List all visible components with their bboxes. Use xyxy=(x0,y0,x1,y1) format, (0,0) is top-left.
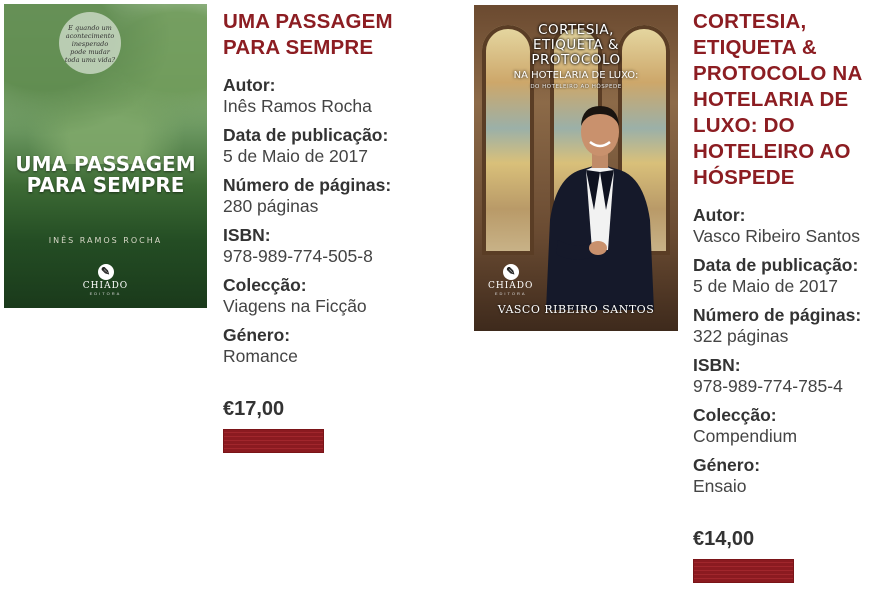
field-genre: Género: Ensaio xyxy=(693,455,893,497)
field-pages: Número de páginas: 280 páginas xyxy=(223,175,443,217)
book-price: €17,00 xyxy=(223,398,285,420)
book-title[interactable]: UMA PASSAGEM PARA SEMPRE xyxy=(223,9,443,61)
field-label: ISBN: xyxy=(693,355,741,375)
book-price: €14,00 xyxy=(693,528,755,550)
field-value: 322 páginas xyxy=(693,326,789,346)
cover-subtitle-2: DO HOTELEIRO AO HÓSPEDE xyxy=(530,84,622,90)
field-genre: Género: Romance xyxy=(223,325,443,367)
field-label: Autor: xyxy=(223,75,276,95)
field-label: Autor: xyxy=(693,205,746,225)
field-label: Data de publicação: xyxy=(223,125,389,145)
publisher-logo-icon: ✎ xyxy=(502,264,519,280)
publisher-name: CHIADO xyxy=(488,281,534,291)
field-collection: Colecção: Compendium xyxy=(693,405,893,447)
book-cover-image[interactable]: E quando um acontecimento inesperado pod… xyxy=(4,4,207,308)
field-value: Inês Ramos Rocha xyxy=(223,96,372,116)
publisher-logo: ✎ CHIADO EDITORA xyxy=(4,262,207,296)
field-collection: Colecção: Viagens na Ficção xyxy=(223,275,443,317)
field-label: Género: xyxy=(693,455,761,475)
add-to-cart-button[interactable] xyxy=(223,429,324,453)
field-value: Viagens na Ficção xyxy=(223,296,367,316)
book-cover-image[interactable]: CORTESIA, ETIQUETA & PROTOCOLO NA HOTELA… xyxy=(474,5,678,331)
field-value: Ensaio xyxy=(693,476,747,496)
field-publication-date: Data de publicação: 5 de Maio de 2017 xyxy=(223,125,443,167)
cover-title: CORTESIA, ETIQUETA & PROTOCOLO xyxy=(474,23,678,68)
publisher-logo: ✎ CHIADO EDITORA xyxy=(488,262,533,296)
field-label: Género: xyxy=(223,325,291,345)
field-isbn: ISBN: 978-989-774-505-8 xyxy=(223,225,443,267)
field-value: Vasco Ribeiro Santos xyxy=(693,226,860,246)
field-value: 978-989-774-785-4 xyxy=(693,376,843,396)
field-label: ISBN: xyxy=(223,225,271,245)
field-value: 5 de Maio de 2017 xyxy=(223,146,368,166)
field-publication-date: Data de publicação: 5 de Maio de 2017 xyxy=(693,255,893,297)
cover-title-text: UMA PASSAGEM PARA SEMPRE xyxy=(15,152,196,197)
field-pages: Número de páginas: 322 páginas xyxy=(693,305,893,347)
publisher-name: CHIADO xyxy=(82,281,129,291)
field-value: Romance xyxy=(223,346,298,366)
book-title[interactable]: CORTESIA, ETIQUETA & PROTOCOLO NA HOTELA… xyxy=(693,9,893,191)
cover-author: INÊS RAMOS ROCHA xyxy=(48,236,163,245)
book-info: UMA PASSAGEM PARA SEMPRE Autor: Inês Ram… xyxy=(223,9,443,453)
field-label: Colecção: xyxy=(223,275,307,295)
cover-title: UMA PASSAGEM PARA SEMPRE xyxy=(4,154,207,196)
publisher-sub: EDITORA xyxy=(89,291,122,296)
field-label: Número de páginas: xyxy=(223,175,392,195)
field-value: 280 páginas xyxy=(223,196,319,216)
field-author: Autor: Inês Ramos Rocha xyxy=(223,75,443,117)
cover-tagline: E quando um acontecimento inesperado pod… xyxy=(59,12,121,74)
book-info: CORTESIA, ETIQUETA & PROTOCOLO NA HOTELA… xyxy=(693,9,893,583)
publisher-logo-icon: ✎ xyxy=(97,264,114,280)
field-label: Data de publicação: xyxy=(693,255,859,275)
field-value: 978-989-774-505-8 xyxy=(223,246,373,266)
field-author: Autor: Vasco Ribeiro Santos xyxy=(693,205,893,247)
field-label: Colecção: xyxy=(693,405,777,425)
cover-author: VASCO RIBEIRO SANTOS xyxy=(497,303,655,316)
cover-title-text: CORTESIA, ETIQUETA & PROTOCOLO xyxy=(531,22,621,68)
field-value: Compendium xyxy=(693,426,798,446)
cover-subtitle: NA HOTELARIA DE LUXO: xyxy=(513,70,639,81)
field-label: Número de páginas: xyxy=(693,305,862,325)
cover-portrait-illustration xyxy=(546,106,654,310)
add-to-cart-button[interactable] xyxy=(693,559,794,583)
publisher-sub: EDITORA xyxy=(494,291,527,296)
field-value: 5 de Maio de 2017 xyxy=(693,276,838,296)
field-isbn: ISBN: 978-989-774-785-4 xyxy=(693,355,893,397)
